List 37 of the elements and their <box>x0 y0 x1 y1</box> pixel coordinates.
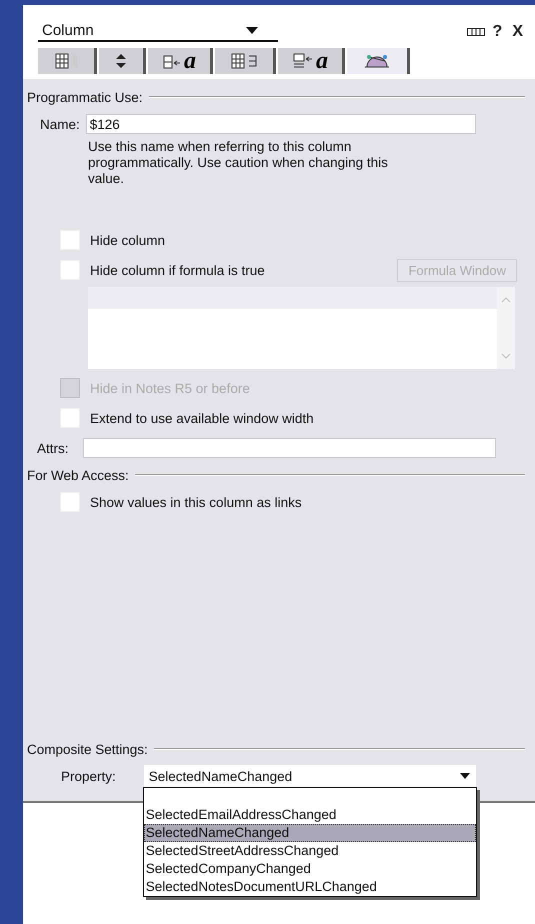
view-selector[interactable]: Column <box>38 22 278 42</box>
dropdown-option[interactable]: SelectedNotesDocumentURLChanged <box>144 878 476 896</box>
caret-icon <box>460 773 470 779</box>
dropdown-option[interactable]: SelectedStreetAddressChanged <box>144 842 476 860</box>
name-field[interactable]: $126 <box>86 114 476 134</box>
table-icon <box>229 51 259 71</box>
checkbox-label: Show values in this column as links <box>90 494 302 510</box>
checkbox-label: Hide column if formula is true <box>90 262 265 278</box>
properties-tab[interactable] <box>347 48 410 74</box>
dropdown-option[interactable]: SelectedNameChanged <box>144 824 476 842</box>
attrs-field[interactable] <box>82 438 496 458</box>
field-label: Property: <box>61 768 116 784</box>
field-label: Name: <box>40 116 80 132</box>
formula-field[interactable] <box>88 287 515 369</box>
window-control[interactable]: X <box>510 23 525 41</box>
section-title: For Web Access: <box>27 468 129 482</box>
properties-tab[interactable]: a <box>278 48 345 74</box>
dock-icon <box>466 28 485 36</box>
properties-tab[interactable] <box>38 48 97 74</box>
checkbox-label: Hide column <box>90 232 166 248</box>
caret-icon <box>246 26 258 34</box>
scroll-down-icon <box>501 353 511 359</box>
scroll-up-icon <box>501 297 511 303</box>
help-text: Use this name when referring to this column programmatically. Use caution when changing this value. <box>88 139 389 188</box>
section-title: Composite Settings: <box>27 742 148 756</box>
properties-tab[interactable]: a <box>148 48 213 74</box>
section-title: Programmatic Use: <box>27 90 143 104</box>
dropdown-option[interactable]: SelectedEmailAddressChanged <box>144 806 476 824</box>
window-control[interactable]: ? <box>490 23 504 41</box>
property-dropdown[interactable]: SelectedNameChanged <box>144 765 476 787</box>
field-label: Attrs: <box>37 440 69 456</box>
checkbox-label: Hide in Notes R5 or before <box>90 380 250 396</box>
dropdown-option[interactable]: SelectedCompanyChanged <box>144 860 476 878</box>
properties-tab[interactable] <box>99 48 146 74</box>
properties-tab[interactable] <box>215 48 276 74</box>
scrollbar[interactable] <box>497 287 515 369</box>
checkbox-label: Extend to use available window width <box>90 410 314 426</box>
